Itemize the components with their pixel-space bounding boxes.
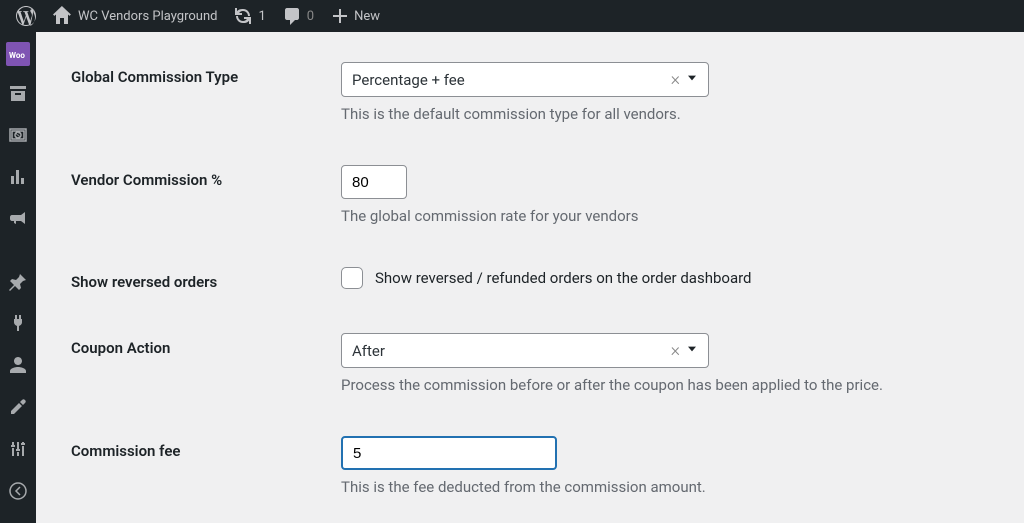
wrench-icon <box>8 397 28 417</box>
chart-icon <box>8 167 28 187</box>
description-commission-fee: This is the fee deducted from the commis… <box>341 478 1024 496</box>
sidebar-item-users[interactable] <box>0 344 36 386</box>
label-commission-type: Global Commission Type <box>71 62 341 86</box>
sidebar-item-marketing[interactable] <box>0 198 36 240</box>
chevron-down-icon <box>684 341 700 361</box>
comments-count: 0 <box>307 9 314 24</box>
label-commission-fee: Commission fee <box>71 436 341 460</box>
commission-type-value: Percentage + fee <box>352 71 667 89</box>
row-commission-type: Global Commission Type Percentage + fee … <box>71 62 1024 123</box>
pin-icon <box>8 271 28 291</box>
sidebar-item-plugins[interactable] <box>0 302 36 344</box>
sidebar-item-pin[interactable] <box>0 260 36 302</box>
coupon-action-value: After <box>352 342 667 360</box>
home-icon <box>52 6 72 26</box>
sidebar-item-money[interactable]: $ <box>0 114 36 156</box>
description-vendor-commission: The global commission rate for your vend… <box>341 207 1024 225</box>
new-content[interactable]: New <box>322 0 388 32</box>
commission-type-select[interactable]: Percentage + fee × <box>341 62 709 97</box>
updates[interactable]: 1 <box>225 0 273 32</box>
row-coupon-action: Coupon Action After × Process the commis… <box>71 333 1024 394</box>
label-vendor-commission: Vendor Commission % <box>71 165 341 189</box>
label-show-reversed: Show reversed orders <box>71 267 341 291</box>
show-reversed-checkbox-label: Show reversed / refunded orders on the o… <box>375 269 752 287</box>
row-show-reversed: Show reversed orders Show reversed / ref… <box>71 267 1024 291</box>
sidebar-item-analytics[interactable] <box>0 156 36 198</box>
sidebar-item-archive[interactable] <box>0 72 36 114</box>
coupon-action-select[interactable]: After × <box>341 333 709 368</box>
description-coupon-action: Process the commission before or after t… <box>341 376 1024 394</box>
sidebar-item-collapse[interactable] <box>0 470 36 512</box>
megaphone-icon <box>8 209 28 229</box>
sidebar-item-settings[interactable] <box>0 428 36 470</box>
collapse-icon <box>8 481 28 501</box>
sidebar-item-tools[interactable] <box>0 386 36 428</box>
label-coupon-action: Coupon Action <box>71 333 341 357</box>
admin-sidebar: Woo $ <box>0 32 36 523</box>
sidebar-item-woo[interactable]: Woo <box>6 42 30 66</box>
show-reversed-checkbox[interactable] <box>341 267 363 289</box>
comments[interactable]: 0 <box>274 0 322 32</box>
svg-text:$: $ <box>16 131 21 140</box>
admin-bar: WC Vendors Playground 1 0 New <box>0 0 1024 32</box>
commission-fee-input[interactable] <box>341 436 557 470</box>
settings-form: Global Commission Type Percentage + fee … <box>36 32 1024 523</box>
new-label: New <box>354 9 380 24</box>
chevron-down-icon <box>684 70 700 90</box>
sliders-icon <box>8 439 28 459</box>
site-home[interactable]: WC Vendors Playground <box>44 0 225 32</box>
row-vendor-commission: Vendor Commission % The global commissio… <box>71 165 1024 225</box>
svg-text:Woo: Woo <box>9 51 25 60</box>
wordpress-logo[interactable] <box>8 0 44 32</box>
site-title: WC Vendors Playground <box>78 9 217 24</box>
row-commission-fee: Commission fee This is the fee deducted … <box>71 436 1024 496</box>
plug-icon <box>8 313 28 333</box>
refresh-icon <box>233 6 253 26</box>
vendor-commission-input[interactable] <box>341 165 407 199</box>
woo-icon: Woo <box>8 44 28 64</box>
clear-icon[interactable]: × <box>667 340 684 361</box>
clear-icon[interactable]: × <box>667 69 684 90</box>
money-icon: $ <box>8 125 28 145</box>
updates-count: 1 <box>258 9 265 24</box>
user-icon <box>8 355 28 375</box>
plus-icon <box>330 6 350 26</box>
description-commission-type: This is the default commission type for … <box>341 105 1024 123</box>
comment-icon <box>282 6 302 26</box>
wordpress-icon <box>16 6 36 26</box>
archive-icon <box>8 83 28 103</box>
